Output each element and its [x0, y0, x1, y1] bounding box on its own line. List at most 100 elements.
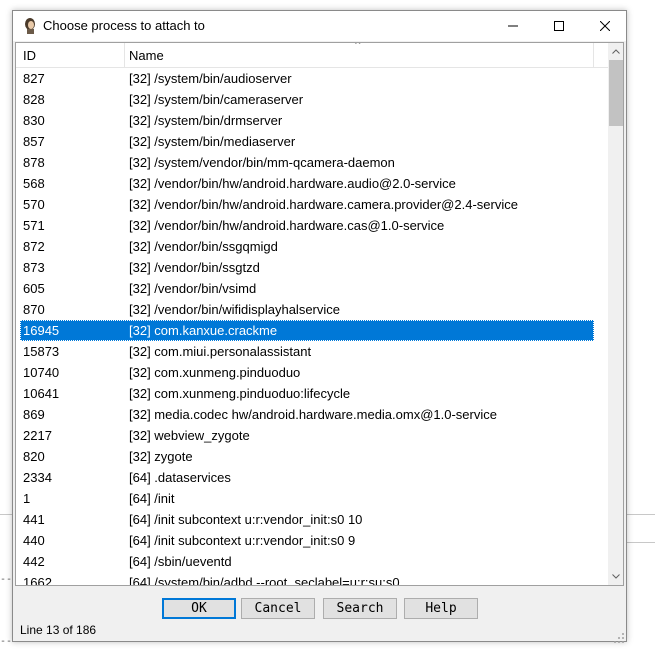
table-row[interactable]: 827 [32] /system/bin/audioserver: [16, 68, 608, 89]
table-row[interactable]: 2334 [64] .dataservices: [16, 467, 608, 488]
table-row-selected[interactable]: 16945 [32] com.kanxue.crackme: [20, 320, 594, 341]
process-id: 568: [23, 176, 45, 191]
background-divider: [627, 514, 655, 515]
process-id: 571: [23, 218, 45, 233]
search-button[interactable]: Search: [323, 598, 397, 619]
table-row[interactable]: 15873 [32] com.miui.personalassistant: [16, 341, 608, 362]
table-row[interactable]: 10740 [32] com.xunmeng.pinduoduo: [16, 362, 608, 383]
table-row[interactable]: 828 [32] /system/bin/cameraserver: [16, 89, 608, 110]
process-name: [32] zygote: [129, 449, 193, 464]
table-row[interactable]: 830 [32] /system/bin/drmserver: [16, 110, 608, 131]
process-name: [32] com.xunmeng.pinduoduo: [129, 365, 301, 380]
process-name: [64] /init subcontext u:r:vendor_init:s0…: [129, 512, 363, 527]
table-row[interactable]: 442 [64] /sbin/ueventd: [16, 551, 608, 572]
background-window: [627, 0, 655, 650]
process-name: [32] media.codec hw/android.hardware.med…: [129, 407, 497, 422]
table-row[interactable]: 820 [32] zygote: [16, 446, 608, 467]
process-id: 570: [23, 197, 45, 212]
process-id: 605: [23, 281, 45, 296]
chevron-up-icon: [612, 49, 620, 54]
table-row[interactable]: 10641 [32] com.xunmeng.pinduoduo:lifecycl…: [16, 383, 608, 404]
process-id: 2334: [23, 470, 52, 485]
sort-ascending-icon: ^: [354, 42, 362, 51]
chevron-down-icon: [612, 574, 620, 579]
process-id: 827: [23, 71, 45, 86]
process-id: 869: [23, 407, 45, 422]
help-button[interactable]: Help: [404, 598, 478, 619]
process-id: 441: [23, 512, 45, 527]
column-header-id[interactable]: ID: [23, 43, 36, 68]
process-id: 2217: [23, 428, 52, 443]
maximize-button[interactable]: [536, 11, 582, 41]
resize-grip-icon[interactable]: [613, 629, 625, 643]
process-list[interactable]: ID Name ^ 827 [32] /system/bin/audioserve…: [15, 42, 624, 586]
table-row[interactable]: 568 [32] /vendor/bin/hw/android.hardware.…: [16, 173, 608, 194]
process-name: [32] /vendor/bin/hw/android.hardware.cam…: [129, 197, 518, 212]
scroll-up-button[interactable]: [608, 43, 623, 60]
table-row[interactable]: 857 [32] /system/bin/mediaserver: [16, 131, 608, 152]
table-row[interactable]: 440 [64] /init subcontext u:r:vendor_init…: [16, 530, 608, 551]
process-id: 440: [23, 533, 45, 548]
scrollbar-thumb[interactable]: [609, 60, 623, 126]
table-row[interactable]: 869 [32] media.codec hw/android.hardware.…: [16, 404, 608, 425]
app-icon: [22, 17, 38, 34]
process-id: 10641: [23, 386, 60, 401]
minimize-button[interactable]: [490, 11, 536, 41]
process-name: [32] com.xunmeng.pinduoduo:lifecycle: [129, 386, 351, 401]
process-id: 828: [23, 92, 45, 107]
cancel-button[interactable]: Cancel: [241, 598, 315, 619]
process-rows: 827 [32] /system/bin/audioserver 828 [32] /…: [16, 68, 608, 586]
process-id: 1: [23, 491, 31, 506]
process-name: [64] .dataservices: [129, 470, 231, 485]
process-name: [64] /init: [129, 491, 175, 506]
process-name: [32] /vendor/bin/ssgtzd: [129, 260, 260, 275]
minimize-icon: [508, 25, 518, 27]
process-name: [32] com.kanxue.crackme: [129, 323, 278, 338]
background-divider: [0, 514, 12, 515]
table-row[interactable]: 570 [32] /vendor/bin/hw/android.hardware.…: [16, 194, 608, 215]
process-name: [32] /vendor/bin/vsimd: [129, 281, 257, 296]
process-name: [32] /system/vendor/bin/mm-qcamera-daemo…: [129, 155, 395, 170]
table-row[interactable]: 873 [32] /vendor/bin/ssgtzd: [16, 257, 608, 278]
process-name: [32] /vendor/bin/hw/android.hardware.cas…: [129, 218, 445, 233]
background-text: --: [0, 636, 13, 647]
process-name: [32] com.miui.personalassistant: [129, 344, 312, 359]
table-row[interactable]: 878 [32] /system/vendor/bin/mm-qcamera-da…: [16, 152, 608, 173]
table-row[interactable]: 2217 [32] webview_zygote: [16, 425, 608, 446]
background-divider: [627, 542, 655, 543]
vertical-scrollbar[interactable]: [608, 43, 623, 585]
process-id: 820: [23, 449, 45, 464]
table-row[interactable]: 441 [64] /init subcontext u:r:vendor_init…: [16, 509, 608, 530]
table-row[interactable]: 1 [64] /init: [16, 488, 608, 509]
column-header-name[interactable]: Name: [129, 43, 164, 68]
column-divider[interactable]: [124, 43, 125, 68]
table-row[interactable]: 872 [32] /vendor/bin/ssgqmigd: [16, 236, 608, 257]
status-line: Line 13 of 186: [20, 623, 97, 637]
scroll-down-button[interactable]: [608, 568, 623, 585]
process-id: 857: [23, 134, 45, 149]
process-id: 442: [23, 554, 45, 569]
process-name: [32] /system/bin/mediaserver: [129, 134, 296, 149]
table-row[interactable]: 870 [32] /vendor/bin/wifidisplayhalservic…: [16, 299, 608, 320]
list-header: ID Name ^: [16, 43, 608, 68]
process-name: [32] /system/bin/drmserver: [129, 113, 283, 128]
process-id: 15873: [23, 344, 60, 359]
process-id: 1662: [23, 575, 52, 586]
process-name: [32] /system/bin/cameraserver: [129, 92, 304, 107]
table-row[interactable]: 1662 [64] /system/bin/adbd --root_seclabe…: [16, 572, 608, 586]
column-divider[interactable]: [593, 43, 594, 68]
table-row[interactable]: 605 [32] /vendor/bin/vsimd: [16, 278, 608, 299]
process-name: [32] /vendor/bin/ssgqmigd: [129, 239, 278, 254]
title-bar[interactable]: Choose process to attach to: [13, 11, 626, 41]
process-id: 870: [23, 302, 45, 317]
close-icon: [600, 21, 610, 31]
process-name: [64] /init subcontext u:r:vendor_init:s0…: [129, 533, 356, 548]
table-row[interactable]: 571 [32] /vendor/bin/hw/android.hardware.…: [16, 215, 608, 236]
process-name: [32] /system/bin/audioserver: [129, 71, 292, 86]
process-name: [32] /vendor/bin/wifidisplayhalservice: [129, 302, 340, 317]
window-title: Choose process to attach to: [43, 18, 205, 33]
process-id: 878: [23, 155, 45, 170]
process-id: 16945: [23, 323, 60, 338]
close-button[interactable]: [582, 11, 628, 41]
ok-button[interactable]: OK: [162, 598, 236, 619]
